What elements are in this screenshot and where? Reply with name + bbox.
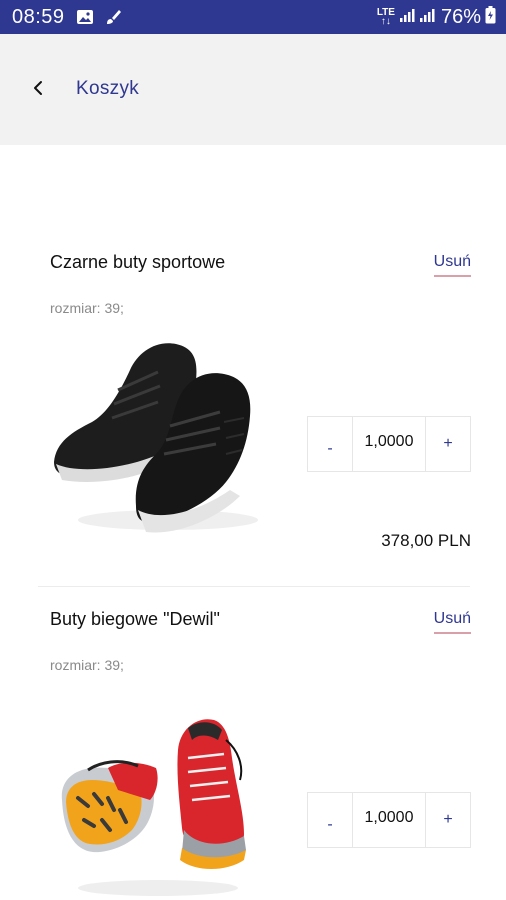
product-price: 378,00 PLN <box>381 531 471 550</box>
status-bar: 08:59 LTE ↑↓ 76% <box>0 0 506 34</box>
quantity-stepper: - 1,0000 + <box>307 416 471 472</box>
quantity-value[interactable]: 1,0000 <box>352 793 426 847</box>
quantity-stepper: - 1,0000 + <box>307 792 471 848</box>
back-button[interactable] <box>24 74 52 102</box>
network-type: LTE ↑↓ <box>376 7 395 27</box>
remove-button[interactable]: Usuń <box>433 610 471 634</box>
item-divider <box>38 586 470 587</box>
decrease-quantity-button[interactable]: - <box>308 417 352 471</box>
quantity-value[interactable]: 1,0000 <box>352 417 426 471</box>
signal-icon <box>399 7 415 28</box>
remove-button[interactable]: Usuń <box>433 253 471 277</box>
page-title: Koszyk <box>76 78 140 99</box>
image-icon <box>76 8 94 31</box>
increase-quantity-button[interactable]: + <box>426 793 470 847</box>
status-time: 08:59 <box>12 6 65 28</box>
product-size: rozmiar: 39; <box>50 657 124 673</box>
product-name: Buty biegowe "Dewil" <box>50 609 220 629</box>
battery-icon <box>485 5 496 29</box>
product-image-black-sneakers <box>48 330 268 547</box>
brush-icon <box>104 8 122 31</box>
signal-icon <box>419 7 435 28</box>
chevron-left-icon <box>34 81 42 95</box>
decrease-quantity-button[interactable]: - <box>308 793 352 847</box>
product-name: Czarne buty sportowe <box>50 252 226 272</box>
product-size: rozmiar: 39; <box>50 300 124 316</box>
increase-quantity-button[interactable]: + <box>426 417 470 471</box>
battery-level: 76% <box>440 5 481 28</box>
status-right: LTE ↑↓ 76% <box>377 5 496 29</box>
product-image-red-running-shoes <box>48 710 268 900</box>
app-toolbar: Koszyk <box>0 34 506 145</box>
